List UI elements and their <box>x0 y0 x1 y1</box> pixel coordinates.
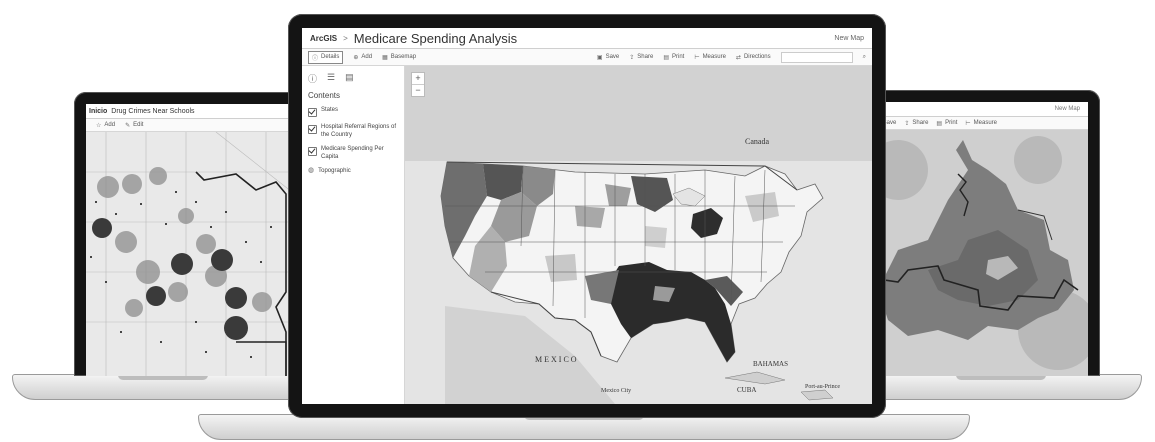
basemap-button[interactable]: ▦ Basemap <box>382 54 416 61</box>
save-button[interactable]: ▣ Save <box>597 54 619 61</box>
left-app-header: Inicio Drug Crimes Near Schools <box>86 104 292 119</box>
print-icon: ▤ <box>663 54 669 61</box>
share-icon: ⇪ <box>629 54 635 61</box>
left-map[interactable] <box>86 132 292 376</box>
user-menu[interactable]: New Map <box>834 35 864 42</box>
map-label-mexico-city: Mexico City <box>601 388 631 394</box>
left-laptop-screen: Inicio Drug Crimes Near Schools ☆ Add ✎ … <box>86 104 292 376</box>
contents-panel: ⓘ ☰ ▤ Contents States Hospital Referral … <box>302 66 405 404</box>
center-toolbar: ⓘ Details ⊕ Add ▦ Basemap ▣ Save ⇪ Share… <box>302 49 872 66</box>
page-title: Medicare Spending Analysis <box>353 30 518 46</box>
measure-label: Measure <box>702 54 726 60</box>
left-toolbar: ☆ Add ✎ Edit <box>86 119 292 132</box>
layer-checkbox[interactable] <box>308 125 317 134</box>
measure-button[interactable]: ⊢ Measure <box>694 54 726 61</box>
right-print-label: Print <box>945 120 958 126</box>
left-add-button[interactable]: ☆ Add <box>96 122 115 129</box>
directions-label: Directions <box>743 54 771 60</box>
brand-chevron-icon: > <box>343 33 348 43</box>
left-laptop-base <box>12 374 314 400</box>
zoom-in-icon[interactable]: + <box>412 73 424 84</box>
print-label: Print <box>671 54 685 60</box>
right-share-label: Share <box>912 120 929 126</box>
details-label: Details <box>321 54 340 60</box>
center-app-header: ArcGIS > Medicare Spending Analysis New … <box>302 28 872 49</box>
layer-label: Medicare Spending Per Capita <box>321 146 384 160</box>
save-label: Save <box>605 54 620 60</box>
basemap-label: Basemap <box>390 54 417 60</box>
details-button[interactable]: ⓘ Details <box>308 50 344 64</box>
measure-icon: ⊢ <box>694 54 700 61</box>
share-label: Share <box>637 54 654 60</box>
right-user-label[interactable]: New Map <box>1055 106 1080 112</box>
about-tab-icon[interactable]: ⓘ <box>308 72 317 85</box>
map-label-mexico: MEXICO <box>535 355 579 364</box>
left-edit-button[interactable]: ✎ Edit <box>125 122 143 129</box>
print-button[interactable]: ▤ Print <box>663 54 684 61</box>
map-label-canada: Canada <box>745 137 769 146</box>
left-edit-label: Edit <box>133 122 144 128</box>
share-button[interactable]: ⇪ Share <box>629 54 653 61</box>
layer-item-medicare-spending[interactable]: Medicare Spending Per Capita <box>308 145 398 161</box>
layer-label: Topographic <box>318 168 351 174</box>
right-map-graphic <box>868 130 1088 376</box>
save-icon: ▣ <box>596 54 603 61</box>
layer-checkbox[interactable] <box>308 108 317 117</box>
search-icon[interactable]: ⌕ <box>863 54 866 61</box>
layer-checkbox[interactable] <box>308 147 317 156</box>
right-laptop-screen: New Map ▣ Save ⇪ Share ▤ Print ⊢ Measure <box>868 102 1088 376</box>
main-map[interactable]: Canada MEXICO Mexico City CUBA BAHAMAS P… <box>405 66 872 404</box>
layer-label: States <box>321 107 339 113</box>
pencil-icon: ✎ <box>125 122 131 129</box>
left-map-graphic <box>86 132 292 376</box>
map-label-port-au-prince: Port-au-Prince <box>805 384 840 390</box>
right-laptop-bezel: New Map ▣ Save ⇪ Share ▤ Print ⊢ Measure <box>868 90 1100 376</box>
basemap-icon: ▦ <box>382 54 388 61</box>
left-laptop-bezel: Inicio Drug Crimes Near Schools ☆ Add ✎ … <box>74 92 292 376</box>
map-label-bahamas: BAHAMAS <box>753 360 788 368</box>
print-icon: ▤ <box>936 120 943 127</box>
zoom-control: + − <box>411 72 425 97</box>
contents-tab-icon[interactable]: ☰ <box>327 72 335 85</box>
right-print-button[interactable]: ▤ Print <box>936 120 957 127</box>
layer-item-hospital-referral-regions[interactable]: Hospital Referral Regions of the Country <box>308 123 398 139</box>
left-brand[interactable]: Inicio <box>89 108 107 115</box>
share-icon: ⇪ <box>904 120 910 127</box>
star-icon: ☆ <box>96 122 102 129</box>
panel-tabs: ⓘ ☰ ▤ <box>302 66 404 87</box>
add-label: Add <box>361 54 373 60</box>
left-add-label: Add <box>104 122 116 128</box>
contents-heading: Contents <box>308 91 341 100</box>
right-measure-label: Measure <box>973 120 997 126</box>
info-icon: ⓘ <box>312 55 319 62</box>
directions-icon: ⇄ <box>735 54 741 61</box>
search-box[interactable] <box>780 51 853 63</box>
add-icon: ⊕ <box>353 54 359 61</box>
right-measure-button[interactable]: ⊢ Measure <box>965 120 997 127</box>
right-share-button[interactable]: ⇪ Share <box>904 120 928 127</box>
right-toolbar: ▣ Save ⇪ Share ▤ Print ⊢ Measure <box>868 117 1088 130</box>
right-app-header: New Map <box>868 102 1088 117</box>
layer-item-topographic[interactable]: ◍ Topographic <box>308 167 398 175</box>
us-map-graphic: Canada MEXICO Mexico City CUBA BAHAMAS P… <box>405 66 872 404</box>
center-laptop-bezel: ArcGIS > Medicare Spending Analysis New … <box>288 14 886 418</box>
left-app-title: Drug Crimes Near Schools <box>111 107 195 115</box>
center-laptop-screen: ArcGIS > Medicare Spending Analysis New … <box>302 28 872 404</box>
legend-tab-icon[interactable]: ▤ <box>345 72 354 85</box>
directions-button[interactable]: ⇄ Directions <box>736 54 771 61</box>
add-button[interactable]: ⊕ Add <box>353 54 372 61</box>
map-label-cuba: CUBA <box>737 386 756 394</box>
right-laptop-base <box>860 374 1142 400</box>
arcgis-logo[interactable]: ArcGIS <box>310 34 337 43</box>
right-map[interactable] <box>868 130 1088 376</box>
zoom-out-icon[interactable]: − <box>412 84 424 96</box>
layer-item-states[interactable]: States <box>308 106 398 117</box>
basemap-layer-icon: ◍ <box>308 167 315 174</box>
layer-label: Hospital Referral Regions of the Country <box>321 124 397 138</box>
measure-icon: ⊢ <box>965 120 971 127</box>
